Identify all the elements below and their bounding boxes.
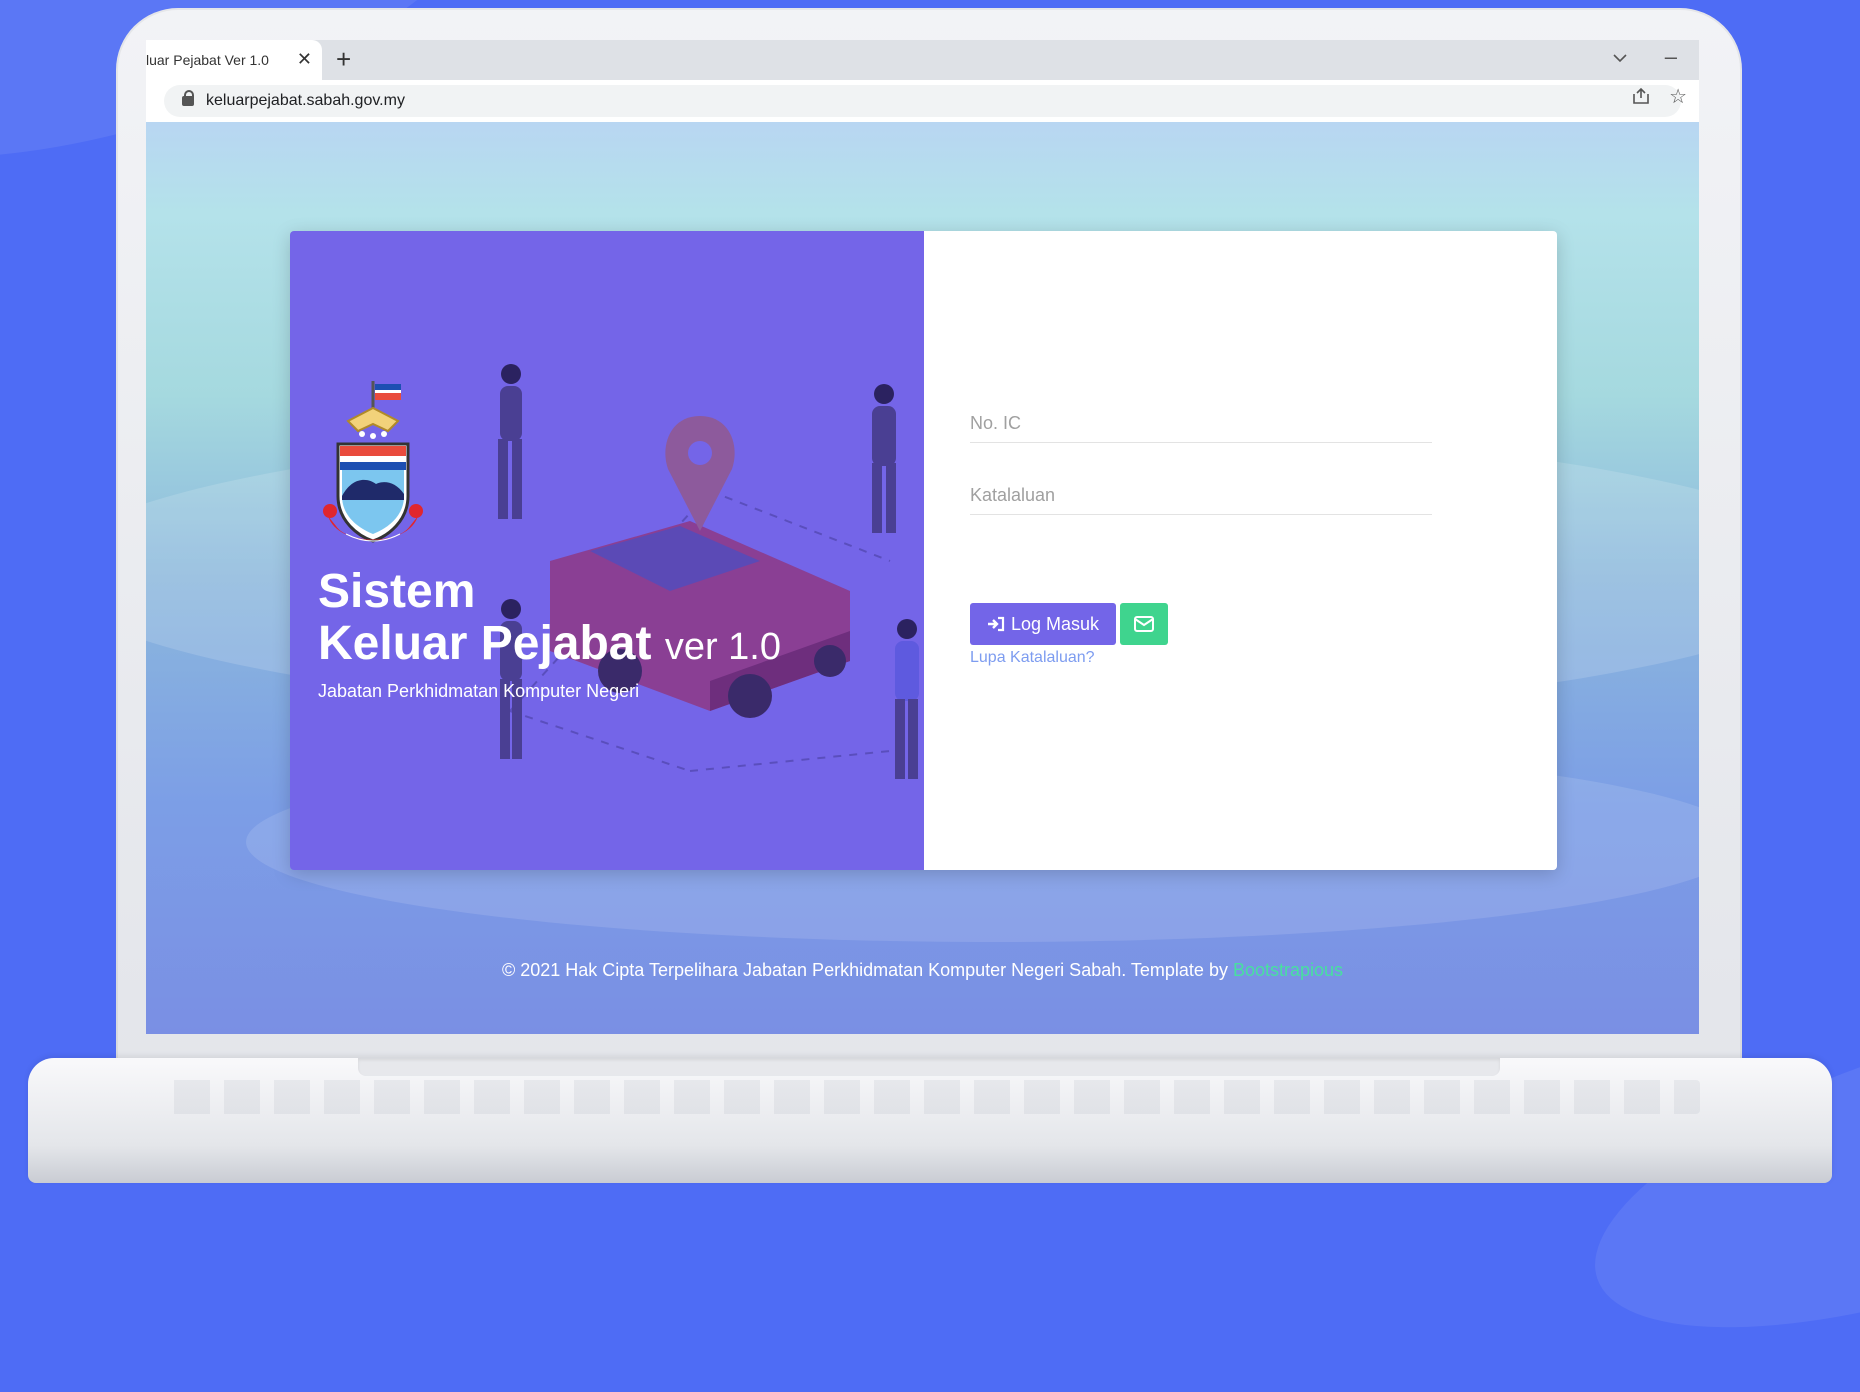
login-page: Sistem Keluar Pejabat ver 1.0 Jabatan Pe… [146,122,1699,1034]
login-form-panel: Log Masuk Lupa Katalaluan? [924,231,1557,870]
app-title-line2: Keluar Pejabat ver 1.0 [318,618,781,673]
ic-number-input[interactable] [970,413,1432,443]
laptop-hinge [358,1058,1500,1076]
minimize-window-icon[interactable]: – [1665,44,1677,70]
footer: © 2021 Hak Cipta Terpelihara Jabatan Per… [146,960,1699,981]
login-button[interactable]: Log Masuk [970,603,1116,645]
address-bar: keluarpejabat.sabah.gov.my ☆ [146,80,1699,123]
tab-title: luar Pejabat Ver 1.0 [146,52,269,68]
app-title-main: Keluar Pejabat [318,617,652,670]
share-icon[interactable] [1631,86,1651,111]
login-button-label: Log Masuk [1010,613,1100,634]
login-card: Sistem Keluar Pejabat ver 1.0 Jabatan Pe… [290,231,1557,870]
sabah-emblem-logo [323,381,423,543]
laptop-screen: luar Pejabat Ver 1.0 ✕ + – keluarpejabat… [146,40,1699,1034]
laptop-keyboard [160,1080,1700,1114]
brand-panel: Sistem Keluar Pejabat ver 1.0 Jabatan Pe… [290,231,924,870]
footer-link[interactable]: Bootstrapious [1233,960,1343,980]
new-tab-button[interactable]: + [336,44,351,75]
laptop-base [28,1058,1832,1183]
close-tab-icon[interactable]: ✕ [297,49,312,70]
footer-text: © 2021 Hak Cipta Terpelihara Jabatan Per… [501,960,1228,980]
lock-icon[interactable] [182,90,194,106]
forgot-password-link[interactable]: Lupa Katalaluan? [970,649,1095,667]
browser-tab[interactable]: luar Pejabat Ver 1.0 ✕ [146,40,322,80]
password-input[interactable] [970,485,1432,515]
browser-tabbar: luar Pejabat Ver 1.0 ✕ + – [146,40,1699,80]
sign-in-icon [987,616,1005,632]
app-version: ver 1.0 [664,626,781,668]
url-field[interactable]: keluarpejabat.sabah.gov.my [164,85,1681,117]
email-button[interactable] [1120,603,1168,645]
url-text: keluarpejabat.sabah.gov.my [206,92,405,109]
envelope-icon [1134,616,1154,632]
app-subtitle: Jabatan Perkhidmatan Komputer Negeri [318,681,640,701]
app-title: Sistem Keluar Pejabat ver 1.0 [318,566,781,673]
bookmark-star-icon[interactable]: ☆ [1669,84,1687,109]
tab-search-chevron-icon[interactable] [1613,50,1627,66]
app-title-line1: Sistem [318,565,476,618]
